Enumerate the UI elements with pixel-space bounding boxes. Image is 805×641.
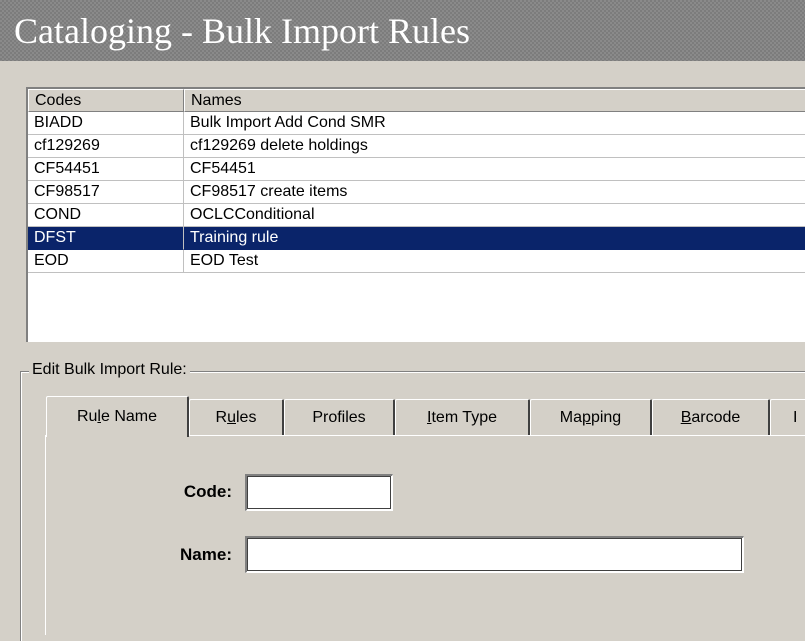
tab-item-type[interactable]: Item Type bbox=[395, 399, 530, 435]
tab-mapping[interactable]: Mapping bbox=[530, 399, 652, 435]
column-header-codes[interactable]: Codes bbox=[28, 89, 184, 112]
row-name: EOD Test bbox=[184, 250, 805, 273]
row-name: Training rule bbox=[184, 227, 805, 250]
list-row[interactable]: BIADD Bulk Import Add Cond SMR bbox=[28, 112, 805, 135]
tab-rules[interactable]: Rules bbox=[189, 399, 284, 435]
row-name: CF98517 create items bbox=[184, 181, 805, 204]
row-code: CF98517 bbox=[28, 181, 184, 204]
window-title: Cataloging - Bulk Import Rules bbox=[14, 11, 470, 51]
row-name: cf129269 delete holdings bbox=[184, 135, 805, 158]
rules-list[interactable]: Codes Names BIADD Bulk Import Add Cond S… bbox=[26, 87, 805, 342]
list-row[interactable]: EOD EOD Test bbox=[28, 250, 805, 273]
row-name: CF54451 bbox=[184, 158, 805, 181]
tab-overflow[interactable]: I bbox=[770, 399, 805, 435]
row-code: BIADD bbox=[28, 112, 184, 135]
list-header: Codes Names bbox=[28, 89, 805, 112]
tab-panel-rule-name bbox=[45, 435, 805, 635]
list-row-selected[interactable]: DFST Training rule bbox=[28, 227, 805, 250]
edit-rule-group-label: Edit Bulk Import Rule: bbox=[29, 361, 190, 379]
column-header-names[interactable]: Names bbox=[184, 89, 805, 112]
title-bar: Cataloging - Bulk Import Rules bbox=[0, 0, 805, 61]
row-code: cf129269 bbox=[28, 135, 184, 158]
list-row[interactable]: cf129269 cf129269 delete holdings bbox=[28, 135, 805, 158]
row-code: COND bbox=[28, 204, 184, 227]
tab-profiles[interactable]: Profiles bbox=[284, 399, 395, 435]
row-name: Bulk Import Add Cond SMR bbox=[184, 112, 805, 135]
row-code: DFST bbox=[28, 227, 184, 250]
row-code: EOD bbox=[28, 250, 184, 273]
row-name: OCLCConditional bbox=[184, 204, 805, 227]
row-code: CF54451 bbox=[28, 158, 184, 181]
tab-rule-name[interactable]: Rule Name bbox=[46, 396, 189, 437]
list-row[interactable]: COND OCLCConditional bbox=[28, 204, 805, 227]
list-row[interactable]: CF98517 CF98517 create items bbox=[28, 181, 805, 204]
tab-barcode[interactable]: Barcode bbox=[652, 399, 770, 435]
list-row[interactable]: CF54451 CF54451 bbox=[28, 158, 805, 181]
